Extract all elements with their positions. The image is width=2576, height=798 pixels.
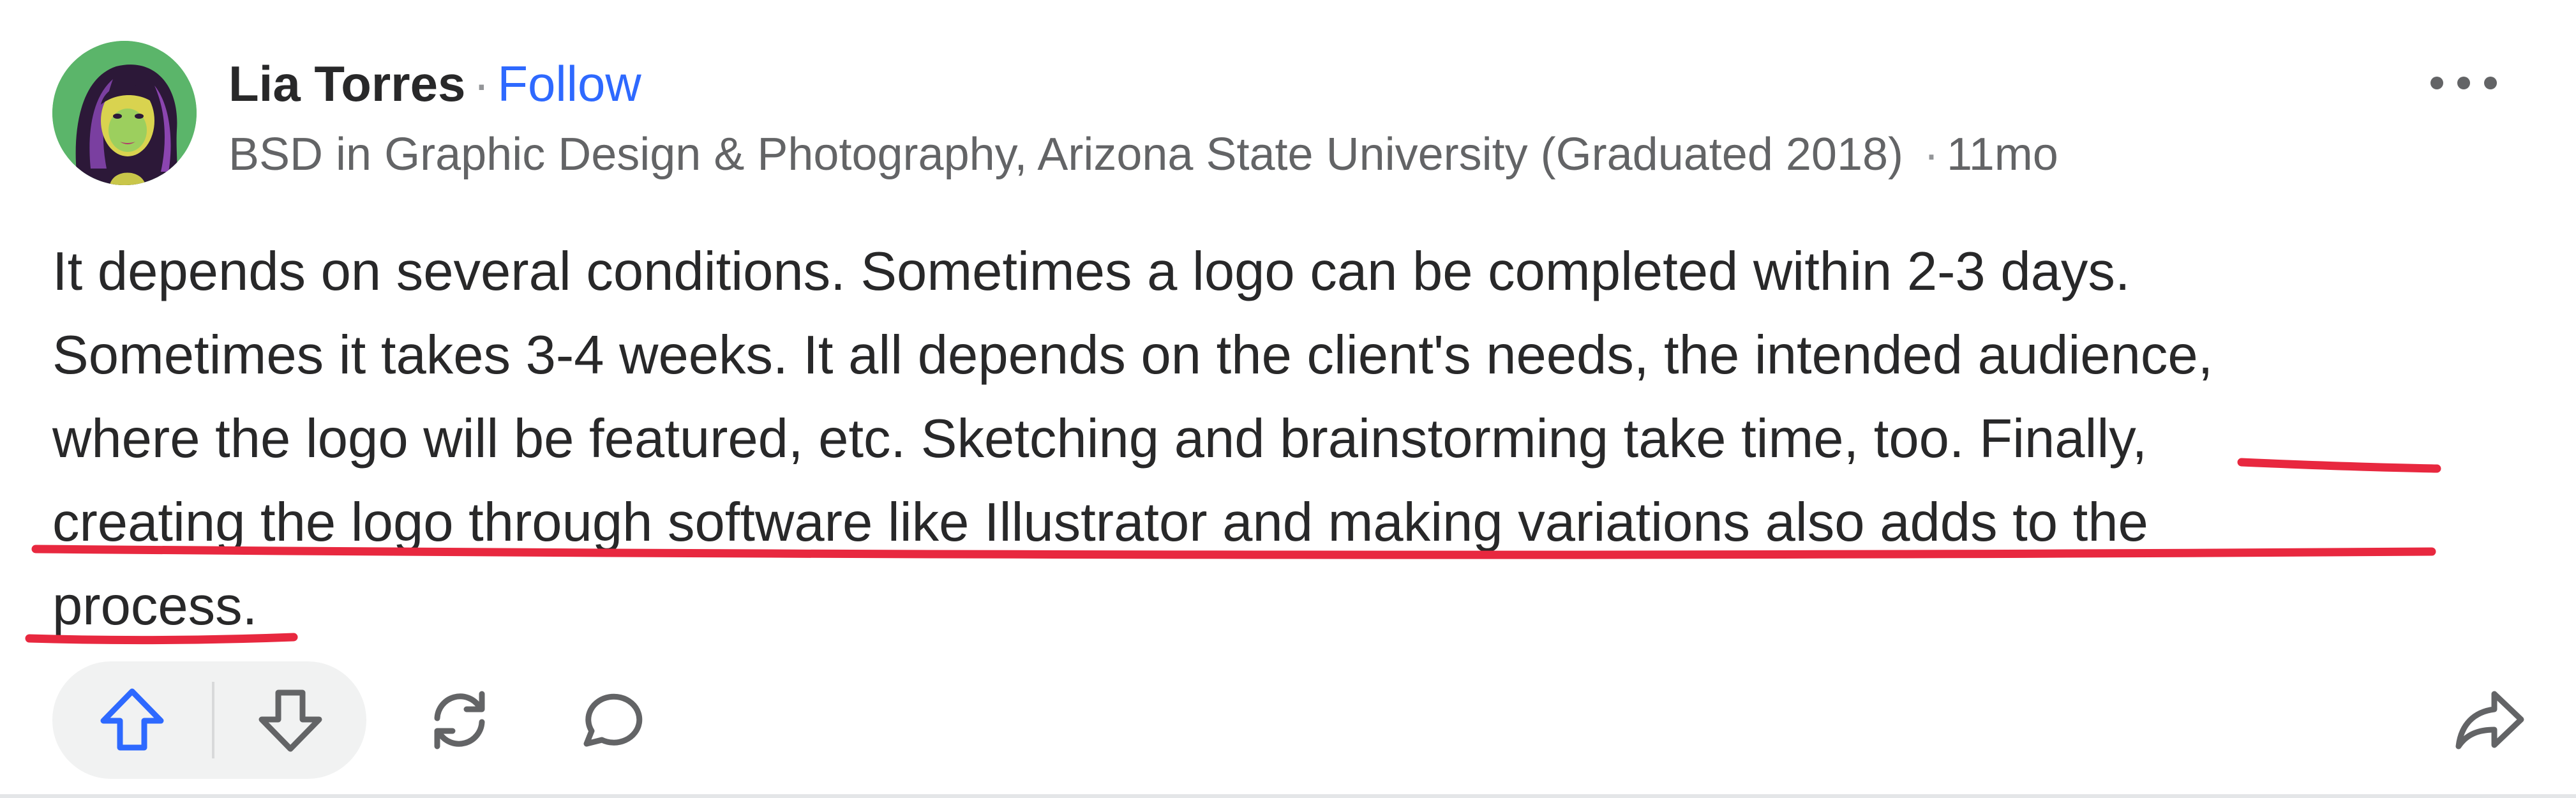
reshare-icon (434, 691, 485, 749)
time-separator: · (1924, 129, 1940, 180)
downvote-button[interactable] (214, 661, 366, 779)
answer-line: where the logo will be featured, etc. Sk… (52, 409, 2148, 469)
reshare-button[interactable] (408, 661, 511, 779)
avatar[interactable] (52, 41, 197, 185)
post-timestamp[interactable]: 11mo (1947, 129, 2058, 180)
vote-controls (52, 661, 366, 779)
author-line: Lia Torres · Follow (228, 50, 2058, 117)
follow-button[interactable]: Follow (497, 56, 641, 112)
upvote-button[interactable] (52, 661, 212, 779)
upvote-arrow-icon (100, 688, 164, 751)
author-credential[interactable]: BSD in Graphic Design & Photography, Ari… (228, 129, 1903, 180)
comment-bubble-icon (583, 693, 643, 747)
answer-line: Sometimes it takes 3-4 weeks. It all dep… (52, 325, 2213, 386)
downvote-arrow-icon (258, 689, 322, 752)
answer-header: Lia Torres · Follow BSD in Graphic Design … (228, 50, 2058, 185)
share-arrow-icon (2455, 691, 2524, 749)
answer-body: It depends on several conditions. Someti… (52, 230, 2542, 648)
answer-line: process. (52, 576, 258, 636)
answer-card: Lia Torres · Follow BSD in Graphic Design … (0, 0, 2576, 794)
card-bottom-border (0, 794, 2576, 798)
answer-line: It depends on several conditions. Someti… (52, 241, 2130, 302)
share-button[interactable] (2439, 661, 2542, 779)
more-options-button[interactable] (2419, 64, 2508, 102)
author-name[interactable]: Lia Torres (228, 56, 465, 112)
name-separator: · (473, 56, 490, 112)
answer-line: creating the logo through software like … (52, 492, 2148, 553)
more-options-icon (2430, 77, 2497, 89)
avatar-illustration-icon (52, 41, 197, 185)
credential-line: BSD in Graphic Design & Photography, Ari… (228, 124, 2058, 185)
comment-button[interactable] (558, 661, 660, 779)
